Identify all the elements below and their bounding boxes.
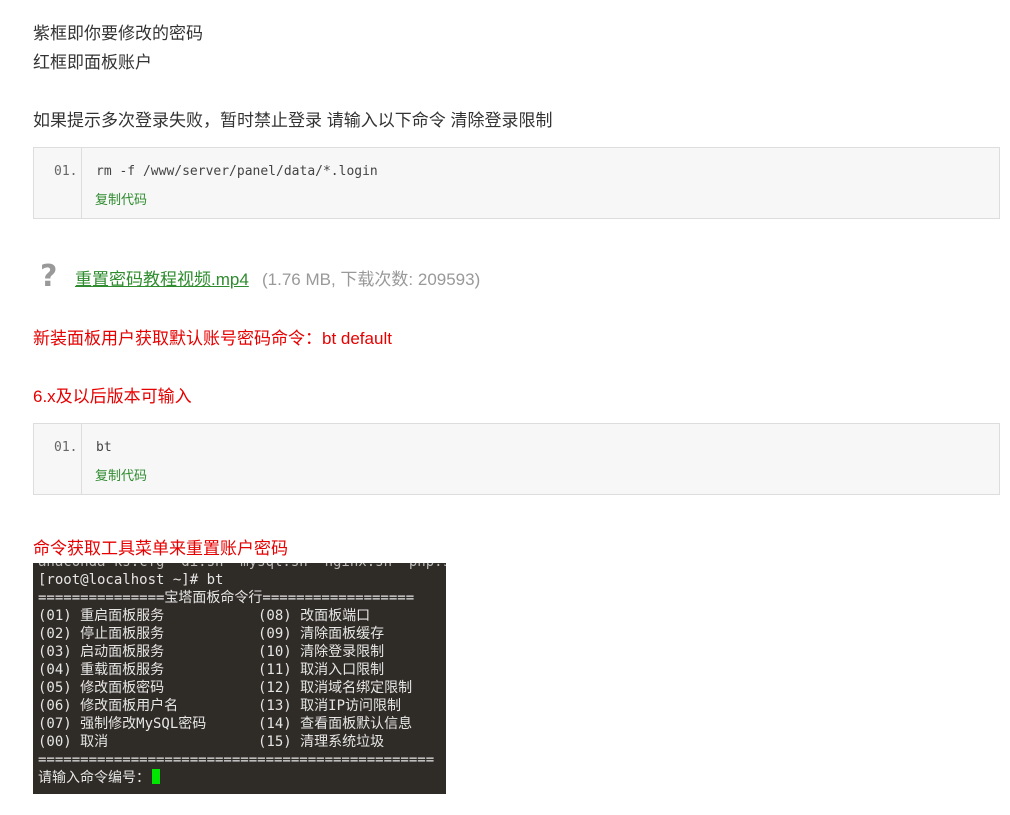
terminal-cut-line: anaconda-ks.cfg di.sh mysql.sh nginx.sh … [38,563,446,571]
terminal-cursor [152,769,160,784]
code-gutter [34,424,82,494]
terminal-menu-right: (11) 取消入口限制 [258,662,385,678]
intro-line-red-box: 红框即面板账户 [33,53,152,72]
terminal-screenshot: anaconda-ks.cfg di.sh mysql.sh nginx.sh … [33,563,446,794]
terminal-prompt-line: [root@localhost ~]# bt [38,572,224,588]
terminal-menu-left: (06) 修改面板用户名 [38,698,179,714]
attachment-link[interactable]: 重置密码教程视频.mp4 [75,265,249,290]
terminal-footer-line: ========================================… [38,752,435,768]
code-block-rm-login: 01. rm -f /www/server/panel/data/*.login… [33,147,1000,219]
terminal-header-line: ===============宝塔面板命令行================== [38,590,415,606]
terminal-menu-left: (03) 启动面板服务 [38,644,165,660]
terminal-menu-right: (08) 改面板端口 [258,608,371,624]
code-line-number: 01. [54,440,78,455]
intro-line-login-limit: 如果提示多次登录失败，暂时禁止登录 请输入以下命令 清除登录限制 [33,111,553,130]
copy-code-button[interactable]: 复制代码 [95,465,147,484]
terminal-menu-right: (09) 清除面板缓存 [258,626,385,642]
new-panel-note: 新装面板用户获取默认账号密码命令：bt default [33,329,392,348]
terminal-menu-right: (13) 取消IP访问限制 [258,698,402,714]
terminal-input-prompt: 请输入命令编号： [38,770,150,786]
terminal-menu-right: (10) 清除登录限制 [258,644,385,660]
code-line-text: rm -f /www/server/panel/data/*.login [96,164,378,179]
copy-code-button[interactable]: 复制代码 [95,189,147,208]
terminal-menu-right: (15) 清理系统垃圾 [258,734,385,750]
terminal-menu-left: (02) 停止面板服务 [38,626,165,642]
attachment-meta: (1.76 MB, 下载次数: 209593) [262,270,481,289]
code-gutter [34,148,82,218]
terminal-input-line: 请输入命令编号： [38,769,160,787]
version-note: 6.x及以后版本可输入 [33,387,192,406]
terminal-menu-right: (12) 取消域名绑定限制 [258,680,413,696]
code-line-text: bt [96,440,112,455]
code-block-bt: 01. bt 复制代码 [33,423,1000,495]
terminal-menu-left: (01) 重启面板服务 [38,608,165,624]
terminal-menu-left: (07) 强制修改MySQL密码 [38,716,207,732]
code-line-number: 01. [54,164,78,179]
terminal-menu-right: (14) 查看面板默认信息 [258,716,413,732]
terminal-menu-left: (04) 重载面板服务 [38,662,165,678]
intro-line-purple-box: 紫框即你要修改的密码 [33,24,203,43]
terminal-note: 命令获取工具菜单来重置账户密码 [33,539,288,558]
question-mark-icon: ? [40,259,58,294]
terminal-menu-left: (05) 修改面板密码 [38,680,165,696]
terminal-menu-left: (00) 取消 [38,734,109,750]
